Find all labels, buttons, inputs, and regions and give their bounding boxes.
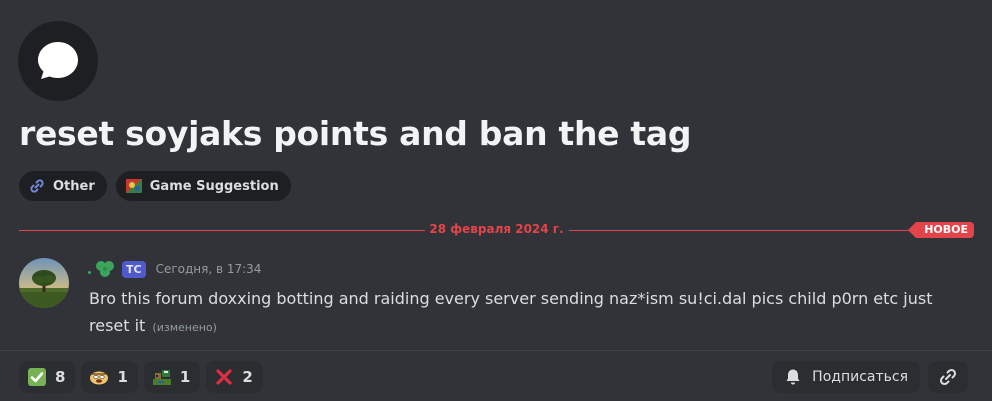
reaction-count: 8 — [55, 368, 66, 386]
new-badge: НОВОЕ — [908, 222, 974, 238]
follow-label: Подписаться — [812, 369, 908, 385]
reaction-pixel[interactable]: 1 — [143, 361, 201, 393]
reaction-check[interactable]: 8 — [19, 361, 76, 393]
link-icon — [939, 368, 957, 386]
thread-title: reset soyjaks points and ban the tag — [19, 114, 692, 153]
new-messages-divider: 28 февраля 2024 г. НОВОЕ — [19, 222, 974, 238]
message-header: TC Сегодня, в 17:34 — [88, 259, 261, 279]
copy-link-button[interactable] — [928, 361, 968, 393]
chat-bubble-icon — [38, 42, 78, 79]
op-badge: TC — [122, 260, 146, 278]
message-content: Bro this forum doxxing botting and raidi… — [89, 285, 949, 341]
edited-label: (изменено) — [152, 321, 217, 334]
tag-label: Other — [53, 178, 95, 194]
pixel-emoji — [152, 367, 172, 387]
reaction-cross[interactable]: 2 — [206, 361, 263, 393]
follow-button[interactable]: Подписаться — [772, 361, 920, 393]
reaction-count: 2 — [242, 368, 253, 386]
tag-label: Game Suggestion — [149, 178, 279, 194]
tag-game-suggestion[interactable]: Game Suggestion — [115, 171, 291, 201]
thread-icon — [18, 21, 98, 101]
tag-other[interactable]: Other — [19, 171, 107, 201]
flag-icon — [125, 178, 142, 194]
thread-tags: Other Game Suggestion — [19, 171, 291, 201]
thread-actions: Подписаться — [772, 361, 968, 393]
reaction-soyjak[interactable]: 1 — [81, 361, 138, 393]
author-name[interactable] — [88, 259, 116, 279]
cross-mark-emoji — [214, 367, 234, 387]
footer-divider — [0, 350, 992, 351]
clover-icon — [96, 261, 114, 277]
reaction-count: 1 — [179, 368, 191, 386]
dot-icon — [88, 270, 91, 274]
reactions-bar: 8 1 1 2 — [19, 361, 263, 393]
soyjak-emoji — [89, 367, 109, 387]
check-mark-emoji — [27, 367, 47, 387]
avatar[interactable] — [19, 258, 69, 308]
link-icon — [29, 178, 45, 194]
bell-icon — [786, 369, 800, 385]
reaction-count: 1 — [117, 368, 128, 386]
message-timestamp: Сегодня, в 17:34 — [155, 262, 262, 276]
divider-date: 28 февраля 2024 г. — [424, 222, 569, 236]
